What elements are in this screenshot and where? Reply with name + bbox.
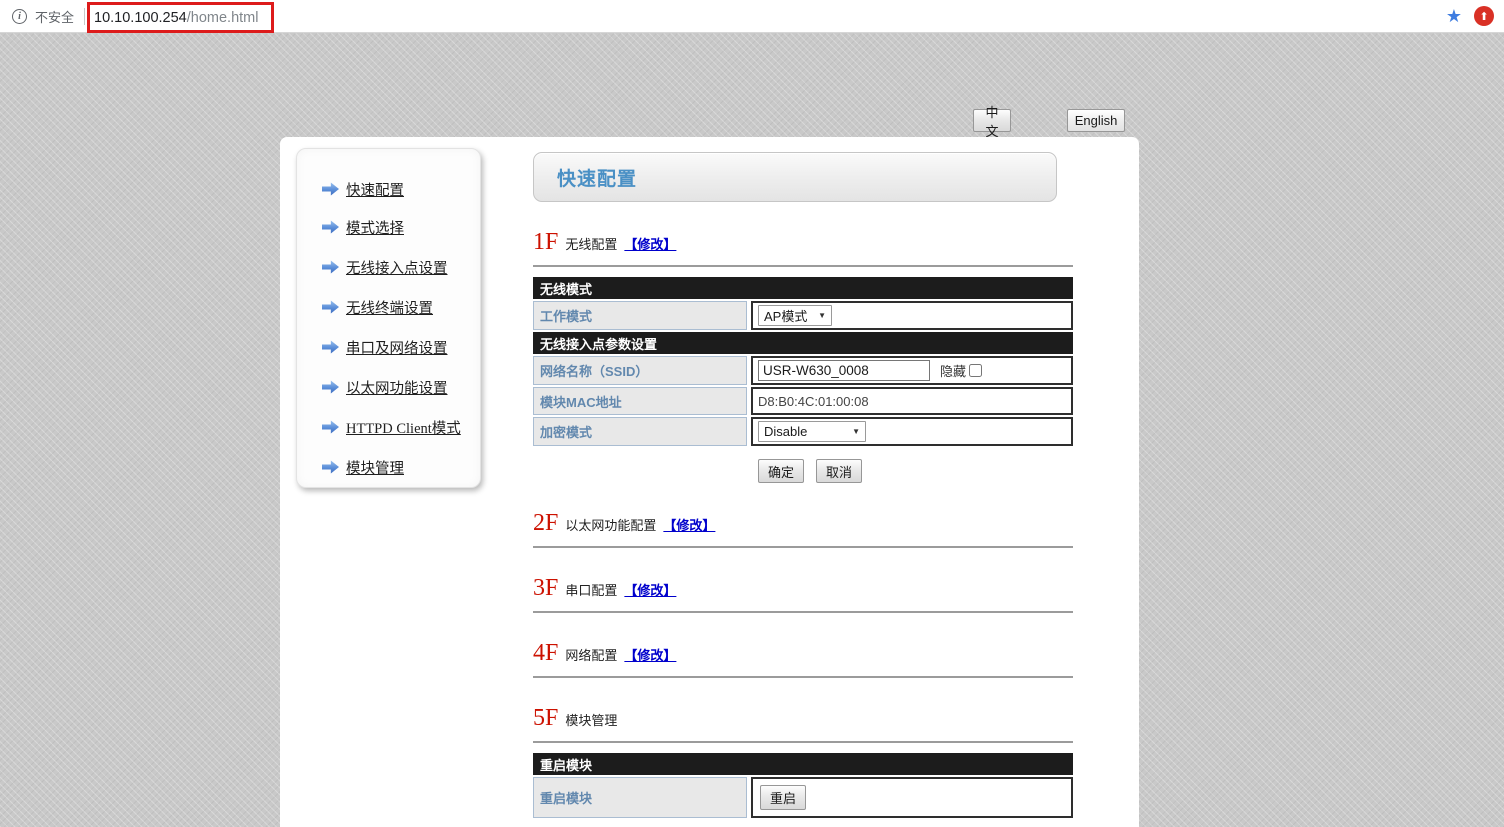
table-row: 网络名称（SSID） 隐藏 <box>533 356 1073 385</box>
table-row: 工作模式 AP模式 ▼ <box>533 301 1073 330</box>
browser-address-bar: i 不安全 10.10.100.254/home.html ★ ⬆ <box>0 0 1504 33</box>
sidebar-item-label: 模块管理 <box>346 457 404 478</box>
floor-number: 3F <box>533 576 558 600</box>
ssid-input[interactable] <box>758 360 930 381</box>
sidebar-item-wireless-ap[interactable]: 无线接入点设置 <box>322 247 480 287</box>
sidebar-item-ethernet[interactable]: 以太网功能设置 <box>322 367 480 407</box>
mac-address-value: D8:B0:4C:01:00:08 <box>751 387 1073 415</box>
section-2f-ethernet: 2F 以太网功能配置 【修改】 <box>533 511 1073 539</box>
section-divider <box>533 611 1073 613</box>
section-divider <box>533 265 1073 267</box>
chevron-down-icon: ▼ <box>818 311 826 320</box>
edit-wireless-link[interactable]: 【修改】 <box>624 234 676 253</box>
sidebar-item-label: 串口及网络设置 <box>346 337 448 358</box>
arrow-right-icon <box>322 300 339 314</box>
url-input[interactable]: 10.10.100.254/home.html <box>94 9 258 27</box>
url-path: /home.html <box>187 10 259 26</box>
restart-module-label: 重启模块 <box>533 777 747 818</box>
sidebar-item-label: 无线终端设置 <box>346 297 433 318</box>
section-5f-module-manage: 5F 模块管理 <box>533 706 1073 734</box>
floor-number: 5F <box>533 706 558 730</box>
table-row: 加密模式 Disable ▼ <box>533 417 1073 446</box>
main-content: 快速配置 1F 无线配置 【修改】 无线模式 工作模式 AP模式 ▼ 无线接入点… <box>533 137 1073 820</box>
sidebar-item-serial-network[interactable]: 串口及网络设置 <box>322 327 480 367</box>
page-title: 快速配置 <box>557 164 637 191</box>
sidebar-item-mode-select[interactable]: 模式选择 <box>322 207 480 247</box>
sidebar-item-httpd-client[interactable]: HTTPD Client模式 <box>322 407 480 447</box>
cancel-button[interactable]: 取消 <box>816 459 862 483</box>
encryption-mode-cell: Disable ▼ <box>751 417 1073 446</box>
url-host: 10.10.100.254 <box>94 10 187 26</box>
section-label: 以太网功能配置 <box>565 515 656 534</box>
work-mode-cell: AP模式 ▼ <box>751 301 1073 330</box>
chevron-down-icon: ▼ <box>852 427 860 436</box>
arrow-right-icon <box>322 182 339 196</box>
work-mode-select[interactable]: AP模式 ▼ <box>758 305 832 326</box>
ssid-label: 网络名称（SSID） <box>533 356 747 385</box>
arrow-right-icon <box>322 340 339 354</box>
work-mode-label: 工作模式 <box>533 301 747 330</box>
sidebar-item-label: 以太网功能设置 <box>346 377 448 398</box>
sidebar-item-label: 无线接入点设置 <box>346 257 448 278</box>
arrow-right-icon <box>322 220 339 234</box>
confirm-button[interactable]: 确定 <box>758 459 804 483</box>
sidebar-item-quick-config[interactable]: 快速配置 <box>322 171 480 207</box>
wireless-config-table: 无线模式 工作模式 AP模式 ▼ 无线接入点参数设置 网络名称（SSID） 隐藏 <box>533 277 1073 446</box>
url-highlight-box: 10.10.100.254/home.html <box>87 2 274 33</box>
table-header-wireless-mode: 无线模式 <box>533 277 1073 299</box>
work-mode-selected-value: AP模式 <box>764 306 807 325</box>
page-title-box: 快速配置 <box>533 152 1057 202</box>
browser-update-icon[interactable]: ⬆ <box>1474 6 1494 26</box>
table-row: 模块MAC地址 D8:B0:4C:01:00:08 <box>533 387 1073 415</box>
encryption-mode-label: 加密模式 <box>533 417 747 446</box>
sidebar-item-wireless-sta[interactable]: 无线终端设置 <box>322 287 480 327</box>
section-label: 网络配置 <box>565 645 617 664</box>
table-header-restart: 重启模块 <box>533 753 1073 775</box>
language-english-button[interactable]: English <box>1067 109 1125 132</box>
section-divider <box>533 741 1073 743</box>
section-divider <box>533 546 1073 548</box>
sidebar-item-label: HTTPD Client模式 <box>346 417 461 438</box>
arrow-right-icon <box>322 260 339 274</box>
content-panel: 快速配置 模式选择 无线接入点设置 无线终端设置 串口及网络设置 以太网功能设置… <box>280 137 1139 827</box>
section-label: 串口配置 <box>565 580 617 599</box>
sidebar-nav: 快速配置 模式选择 无线接入点设置 无线终端设置 串口及网络设置 以太网功能设置… <box>296 148 481 488</box>
section-label: 模块管理 <box>565 710 617 729</box>
sidebar-item-label: 模式选择 <box>346 217 404 238</box>
restart-button[interactable]: 重启 <box>760 785 806 810</box>
ssid-hide-label: 隐藏 <box>940 361 966 380</box>
table-header-ap-params: 无线接入点参数设置 <box>533 332 1073 354</box>
section-label: 无线配置 <box>565 234 617 253</box>
encryption-mode-select[interactable]: Disable ▼ <box>758 421 866 442</box>
sidebar-item-label: 快速配置 <box>346 179 404 200</box>
floor-number: 2F <box>533 511 558 535</box>
address-separator <box>84 8 85 25</box>
arrow-right-icon <box>322 460 339 474</box>
language-chinese-button[interactable]: 中文 <box>973 109 1011 132</box>
arrow-right-icon <box>322 380 339 394</box>
ssid-cell: 隐藏 <box>751 356 1073 385</box>
section-3f-serial: 3F 串口配置 【修改】 <box>533 576 1073 604</box>
section-divider <box>533 676 1073 678</box>
mac-address-label: 模块MAC地址 <box>533 387 747 415</box>
table-row: 重启模块 重启 <box>533 777 1073 818</box>
sidebar-item-module-manage[interactable]: 模块管理 <box>322 447 480 487</box>
restart-module-table: 重启模块 重启模块 重启 <box>533 753 1073 818</box>
section-4f-network: 4F 网络配置 【修改】 <box>533 641 1073 669</box>
edit-serial-link[interactable]: 【修改】 <box>624 580 676 599</box>
security-status-label: 不安全 <box>35 7 74 26</box>
ssid-hide-checkbox[interactable] <box>969 364 982 377</box>
page-info-icon[interactable]: i <box>12 9 27 24</box>
restart-cell: 重启 <box>751 777 1073 818</box>
edit-ethernet-link[interactable]: 【修改】 <box>663 515 715 534</box>
encryption-selected-value: Disable <box>764 424 807 439</box>
floor-number: 1F <box>533 230 558 254</box>
section-1f-wireless: 1F 无线配置 【修改】 <box>533 230 1073 258</box>
arrow-right-icon <box>322 420 339 434</box>
form-actions: 确定 取消 <box>533 459 1073 483</box>
bookmark-star-icon[interactable]: ★ <box>1446 7 1462 25</box>
edit-network-link[interactable]: 【修改】 <box>624 645 676 664</box>
floor-number: 4F <box>533 641 558 665</box>
